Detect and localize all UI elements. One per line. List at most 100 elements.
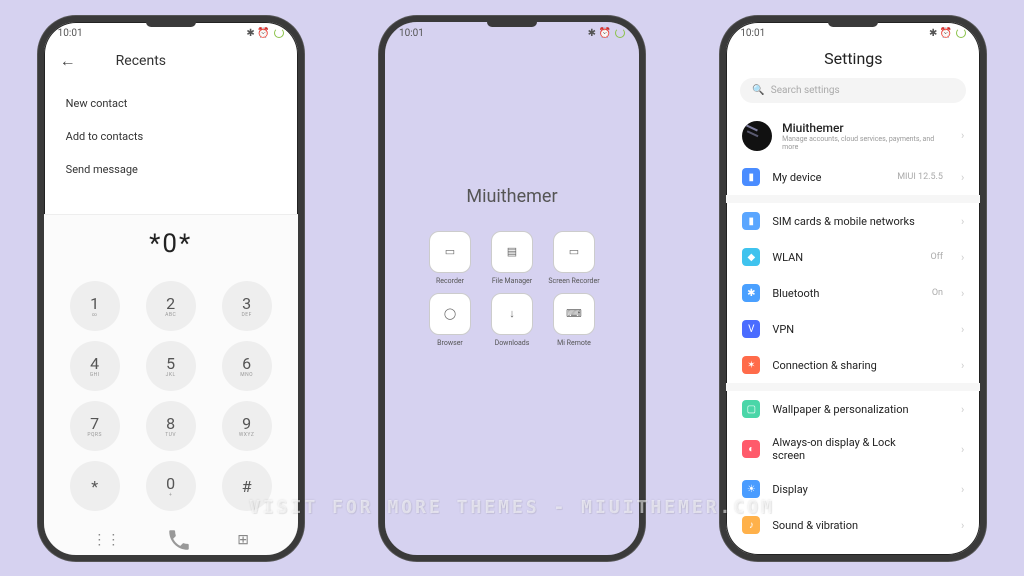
menu-item-send-message[interactable]: Send message (44, 153, 298, 186)
dialpad-key-*[interactable]: * (70, 461, 120, 511)
dialpad-key-4[interactable]: 4GHI (70, 341, 120, 391)
profile-row[interactable]: Miuithemer Manage accounts, cloud servic… (726, 113, 980, 160)
dialpad-key-8[interactable]: 8TUV (146, 401, 196, 451)
search-icon: 🔍 (752, 85, 764, 96)
key-letters: TUV (165, 432, 176, 438)
key-number: 7 (90, 414, 99, 433)
app-mi-remote[interactable]: ⌨Mi Remote (547, 293, 601, 347)
section-gap (726, 383, 980, 391)
chevron-right-icon: › (961, 323, 964, 336)
app-label: Mi Remote (547, 339, 601, 347)
key-letters: MNO (240, 372, 253, 378)
menu-item-add-to-contacts[interactable]: Add to contacts (44, 120, 298, 153)
more-icon[interactable]: ⋮⋮ (92, 532, 120, 548)
setting-label: Connection & sharing (772, 359, 876, 372)
key-number: 3 (242, 294, 251, 313)
dialpad-key-1[interactable]: 1∞ (70, 281, 120, 331)
app-label: Recorder (423, 277, 477, 285)
profile-name: Miuithemer (782, 121, 951, 135)
app-label: Screen Recorder (547, 277, 601, 285)
folder-title: Miuithemer (385, 186, 639, 207)
setting-wallpaper-personalization[interactable]: ▢ Wallpaper & personalization › (726, 391, 980, 427)
status-bar: 10:01 ✱ ⏰ (726, 22, 980, 41)
key-number: 9 (242, 414, 251, 433)
chevron-right-icon: › (961, 215, 964, 228)
key-number: * (91, 477, 98, 496)
chevron-right-icon: › (961, 171, 964, 184)
app-browser[interactable]: ◯Browser (423, 293, 477, 347)
setting-connection-sharing[interactable]: ✶ Connection & sharing › (726, 347, 980, 383)
setting-sim-cards-mobile-networks[interactable]: ▮ SIM cards & mobile networks › (726, 203, 980, 239)
key-number: 8 (166, 414, 175, 433)
back-icon[interactable]: ← (60, 51, 76, 71)
key-number: 1 (90, 294, 99, 313)
setting-label: Display (772, 483, 808, 496)
dialpad-key-0[interactable]: 0+ (146, 461, 196, 511)
dialpad-key-#[interactable]: # (222, 461, 272, 511)
app-icon: ◯ (429, 293, 471, 335)
dialpad-key-9[interactable]: 9WXYZ (222, 401, 272, 451)
setting-icon: ◆ (742, 248, 760, 266)
key-letters: GHI (90, 372, 100, 378)
dialpad-key-5[interactable]: 5JKL (146, 341, 196, 391)
status-icons: ✱ ⏰ (588, 28, 611, 39)
setting-bluetooth[interactable]: ✱ Bluetooth On › (726, 275, 980, 311)
key-number: 6 (242, 354, 251, 373)
chevron-right-icon: › (961, 287, 964, 300)
setting-icon: ☀ (742, 480, 760, 498)
call-button[interactable] (166, 527, 192, 553)
key-letters: ABC (165, 312, 176, 318)
setting-label: Bluetooth (772, 287, 819, 300)
status-time: 10:01 (399, 28, 424, 39)
setting-my-device[interactable]: ▮ My device MIUI 12.5.5 › (726, 159, 980, 195)
profile-desc: Manage accounts, cloud services, payment… (782, 135, 951, 152)
page-title: Settings (726, 41, 980, 78)
phone-mockup-home: 10:01 ✱ ⏰ Miuithemer ▭Recorder▤File Mana… (379, 16, 645, 561)
search-placeholder: Search settings (771, 85, 840, 96)
search-input[interactable]: 🔍 Search settings (740, 78, 966, 103)
spinner-icon (615, 28, 625, 38)
dialpad-key-3[interactable]: 3DEF (222, 281, 272, 331)
setting-always-on-display-lock-screen[interactable]: ◐ Always-on display & Lock screen › (726, 427, 980, 471)
chevron-right-icon: › (961, 519, 964, 532)
app-recorder[interactable]: ▭Recorder (423, 231, 477, 285)
key-letters: WXYZ (239, 432, 255, 438)
app-screen-recorder[interactable]: ▭Screen Recorder (547, 231, 601, 285)
chevron-right-icon: › (961, 129, 964, 142)
dialpad-key-2[interactable]: 2ABC (146, 281, 196, 331)
setting-value: On (932, 288, 943, 298)
key-letters: + (169, 492, 172, 498)
setting-label: WLAN (772, 251, 803, 264)
setting-label: Always-on display & Lock screen (772, 436, 931, 462)
setting-value: MIUI 12.5.5 (897, 172, 943, 182)
app-downloads[interactable]: ↓Downloads (485, 293, 539, 347)
app-file-manager[interactable]: ▤File Manager (485, 231, 539, 285)
recents-menu: New contact Add to contacts Send message (44, 81, 298, 196)
status-bar: 10:01 ✱ ⏰ (385, 22, 639, 41)
setting-wlan[interactable]: ◆ WLAN Off › (726, 239, 980, 275)
dialpad-key-7[interactable]: 7PQRS (70, 401, 120, 451)
avatar (742, 121, 772, 151)
setting-display[interactable]: ☀ Display › (726, 471, 980, 507)
chevron-right-icon: › (961, 251, 964, 264)
status-icons: ✱ ⏰ (929, 28, 952, 39)
setting-icon: ✶ (742, 356, 760, 374)
spinner-icon (956, 28, 966, 38)
setting-icon: ♪ (742, 516, 760, 534)
status-icons: ✱ ⏰ (246, 28, 269, 39)
setting-sound-vibration[interactable]: ♪ Sound & vibration › (726, 507, 980, 543)
dialpad-key-6[interactable]: 6MNO (222, 341, 272, 391)
key-number: 5 (166, 354, 175, 373)
status-time: 10:01 (58, 28, 83, 39)
status-bar: 10:01 ✱ ⏰ (44, 22, 298, 41)
spinner-icon (274, 28, 284, 38)
setting-icon: V (742, 320, 760, 338)
setting-vpn[interactable]: V VPN › (726, 311, 980, 347)
app-label: File Manager (485, 277, 539, 285)
setting-value: Off (931, 252, 943, 262)
setting-label: SIM cards & mobile networks (772, 215, 914, 228)
setting-label: Sound & vibration (772, 519, 858, 532)
dialpad-toggle-icon[interactable]: ⊞ (237, 532, 249, 548)
key-number: 0 (166, 474, 175, 493)
menu-item-new-contact[interactable]: New contact (44, 87, 298, 120)
